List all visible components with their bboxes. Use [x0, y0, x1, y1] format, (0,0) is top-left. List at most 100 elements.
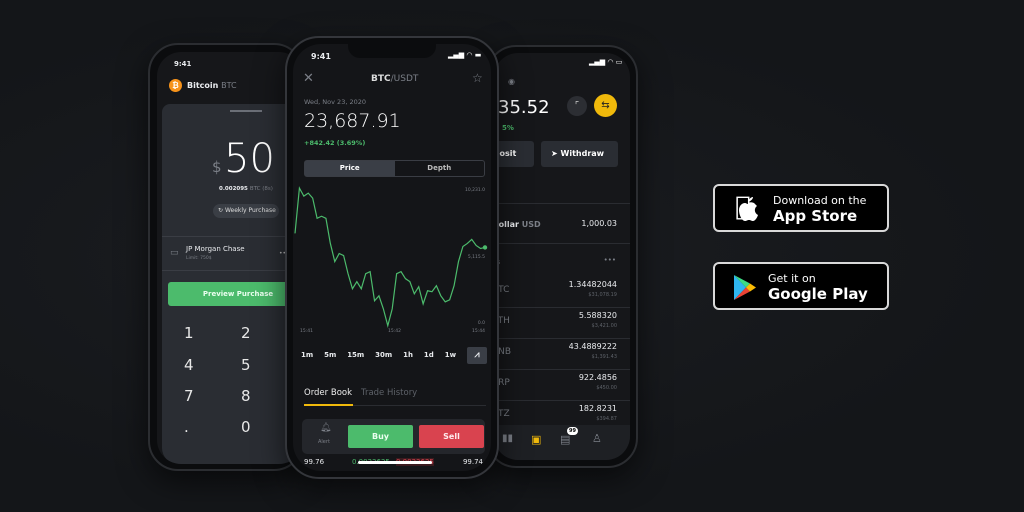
balance-change: 5%	[502, 124, 514, 132]
bid-price: 99.76	[304, 458, 325, 466]
drag-handle[interactable]	[230, 110, 262, 112]
price: 23,687.91	[304, 110, 401, 132]
status-time: 9:41	[174, 60, 192, 68]
notification-badge: 99	[567, 427, 578, 435]
keypad-key[interactable]: 1	[184, 324, 194, 342]
interval-1m[interactable]: 1m	[301, 351, 313, 359]
fiat-row[interactable]: Dollar USD	[494, 220, 541, 229]
google-play-badge[interactable]: Get it on Google Play	[713, 262, 889, 310]
x-label-end: 15:44	[472, 329, 485, 334]
tab-price[interactable]: Price	[305, 161, 395, 176]
x-label-start: 15:41	[300, 329, 313, 334]
buy-button[interactable]: Buy	[348, 425, 413, 448]
star-icon[interactable]: ☆	[472, 71, 483, 85]
preview-purchase-button[interactable]: Preview Purchase	[168, 282, 303, 306]
asset-row[interactable]: XRP922.4856$450.00	[494, 372, 630, 402]
signal-wifi-battery-icon: ▂▄▆ ◠ ▭	[589, 58, 623, 66]
last-price-dot	[482, 245, 488, 250]
tab-trade-history[interactable]: Trade History	[361, 388, 417, 398]
asset-amount: 5.588320	[578, 311, 617, 320]
sell-button[interactable]: Sell	[419, 425, 484, 448]
asset-amount: 182.8231	[578, 404, 617, 413]
more-icon[interactable]: •••	[604, 256, 616, 264]
asset-amount: 1.34482044	[568, 280, 617, 289]
y-label-top: 10,231.0	[464, 188, 485, 193]
amount-value[interactable]: 50	[224, 136, 275, 182]
y-label-mid: 5,115.5	[467, 255, 485, 260]
interval-15m[interactable]: 15m	[347, 351, 364, 359]
transfer-icon[interactable]: ⇆	[594, 94, 617, 117]
signal-wifi-battery-icon: ▂▄▆ ◠ ▬	[448, 51, 482, 59]
deposit-button[interactable]: Deposit	[494, 141, 534, 167]
line-chart-toggle-icon[interactable]: ⩘	[466, 346, 487, 364]
tab-order-book[interactable]: Order Book	[304, 388, 352, 398]
bank-card-icon: ▭	[170, 248, 179, 258]
send-icon: ➤	[551, 149, 558, 158]
withdraw-button[interactable]: ➤ Withdraw	[541, 141, 618, 167]
fiat-symbol: USD	[521, 220, 541, 229]
pair-title: BTC/USDT	[371, 74, 419, 84]
asset-row[interactable]: BNB43.4889222$1,391.43	[494, 341, 630, 371]
keypad-key[interactable]: 7	[184, 387, 194, 405]
active-tab-underline	[304, 404, 353, 406]
tab-depth[interactable]: Depth	[395, 161, 485, 176]
asset-value: $31,078.19	[588, 292, 617, 298]
orders-tab-icon[interactable]: ▤	[560, 433, 570, 446]
crypto-amount: 0.002095 BTC (8s)	[219, 186, 273, 192]
trade-phone: 9:41 ▂▄▆ ◠ ▬ ✕ BTC/USDT ☆ Wed, Nov 23, 2…	[285, 36, 499, 479]
chart-tabs: Price Depth	[304, 160, 485, 177]
x-label-mid: 15:42	[388, 329, 401, 334]
interval-1d[interactable]: 1d	[424, 351, 434, 359]
apple-icon-shape	[739, 197, 758, 221]
coin-symbol: BTC	[221, 81, 237, 90]
app-store-small: Download on the	[773, 194, 867, 207]
asset-value: $1,391.43	[591, 354, 617, 360]
price-chart[interactable]	[293, 184, 491, 344]
interval-5m[interactable]: 5m	[324, 351, 336, 359]
coin-title: Bitcoin BTC	[187, 81, 237, 90]
keypad-key[interactable]: 5	[241, 356, 251, 374]
weekly-purchase-pill[interactable]: ↻ Weekly Purchase	[213, 204, 279, 218]
bank-limit: Limit: 750$	[186, 256, 212, 261]
asset-value: $394.87	[596, 416, 617, 422]
interval-1h[interactable]: 1h	[403, 351, 413, 359]
bank-name[interactable]: JP Morgan Chase	[186, 245, 245, 253]
wallet-phone: ▂▄▆ ◠ ▭ ◉ 35.52 5% ⌜ ⇆ Deposit ➤ Withdra…	[486, 45, 638, 468]
keypad-key[interactable]: 2	[241, 324, 251, 342]
close-icon[interactable]: ✕	[303, 71, 314, 86]
purchase-sheet: $ 50 0.002095 BTC (8s) ↻ Weekly Purchase…	[162, 104, 303, 464]
markets-tab-icon[interactable]: ▮▮	[502, 433, 513, 444]
keypad-key[interactable]: .	[184, 418, 189, 436]
repeat-icon: ↻	[218, 207, 224, 214]
withdraw-label: Withdraw	[560, 149, 605, 158]
eye-icon[interactable]: ◉	[508, 77, 515, 86]
coin-name: Bitcoin	[187, 81, 219, 90]
keypad-key[interactable]: 0	[241, 418, 251, 436]
bell-icon[interactable]: 🔔︎	[320, 423, 331, 433]
google-play-icon	[734, 275, 756, 300]
bitcoin-icon: ₿	[169, 79, 182, 92]
notch	[348, 44, 436, 58]
interval-1w[interactable]: 1w	[445, 351, 456, 359]
status-time: 9:41	[311, 52, 331, 61]
asset-value: $450.00	[596, 385, 617, 391]
currency-sign: $	[212, 158, 222, 176]
profile-tab-icon[interactable]: ♙	[592, 432, 602, 445]
price-line	[294, 186, 486, 328]
asset-row[interactable]: BTC1.34482044$31,078.19	[494, 279, 630, 309]
alert-label[interactable]: Alert	[318, 439, 330, 445]
price-change: +842.42 (3.69%)	[304, 139, 366, 147]
keypad-key[interactable]: 4	[184, 356, 194, 374]
google-play-small: Get it on	[768, 272, 816, 285]
interval-30m[interactable]: 30m	[375, 351, 392, 359]
wallet-tab-icon[interactable]: ▣	[531, 433, 541, 446]
recurring-label: Weekly Purchase	[224, 207, 276, 214]
app-store-badge[interactable]:  Download on the App Store	[713, 184, 889, 232]
google-play-large: Google Play	[768, 285, 868, 303]
scan-icon[interactable]: ⌜	[567, 96, 587, 116]
keypad-key[interactable]: 8	[241, 387, 251, 405]
buy-phone: 9:41 ₿ Bitcoin BTC $ 50 0.002095 BTC (8s…	[148, 43, 304, 471]
ask-price: 99.74	[462, 458, 483, 466]
asset-row[interactable]: ETH5.588320$3,421.00	[494, 310, 630, 340]
asset-amount: 922.4856	[578, 373, 617, 382]
